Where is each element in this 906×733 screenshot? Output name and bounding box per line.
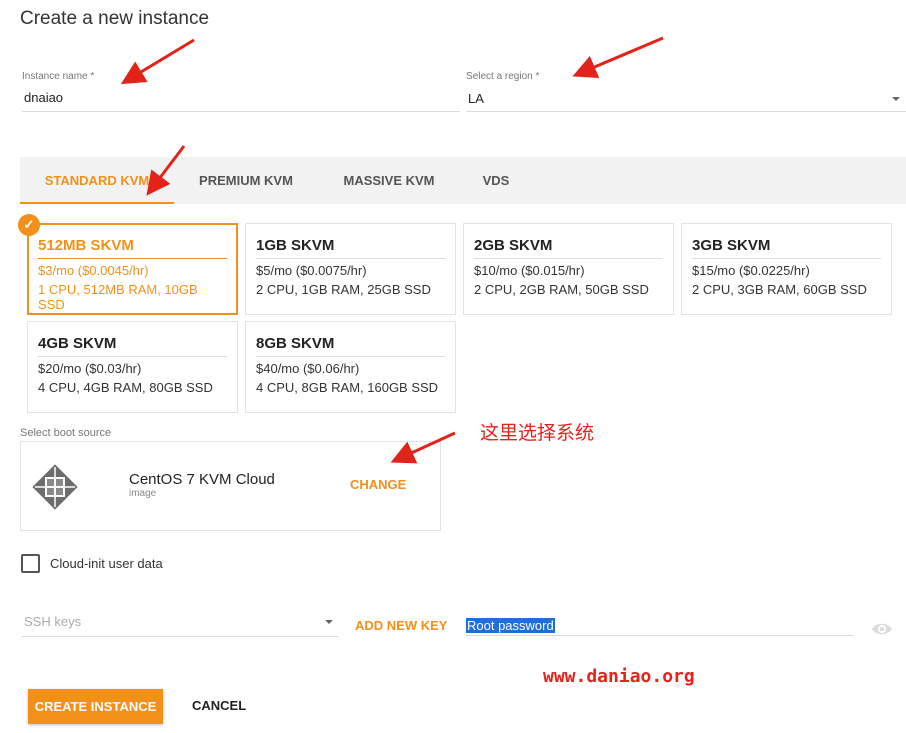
annotation-arrows	[120, 36, 664, 464]
arrow-to-instance-name	[120, 38, 195, 85]
arrow-to-standard-tab	[146, 145, 186, 196]
arrow-to-region	[572, 36, 664, 79]
arrow-to-boot-source	[390, 431, 456, 464]
